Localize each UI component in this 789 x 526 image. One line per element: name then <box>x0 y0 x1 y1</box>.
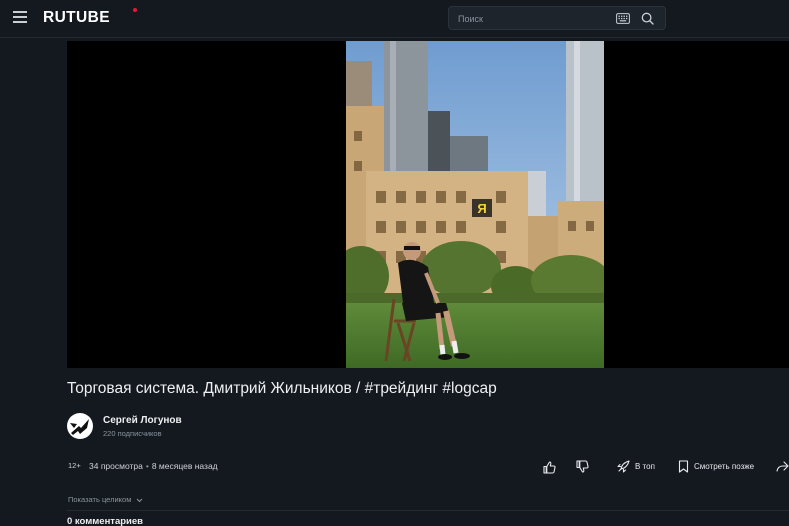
rutube-logo[interactable]: RUTUBE <box>43 9 110 27</box>
to-top-button[interactable]: В топ <box>617 456 655 476</box>
channel-name[interactable]: Сергей Логунов <box>103 415 182 426</box>
top-header: RUTUBE <box>0 0 789 38</box>
separator-dot: • <box>145 461 149 471</box>
menu-icon[interactable] <box>13 11 27 23</box>
chevron-down-icon <box>137 498 143 502</box>
like-button[interactable] <box>543 457 556 477</box>
logo-dot <box>133 8 137 12</box>
watch-later-label: Смотреть позже <box>694 461 755 471</box>
bookmark-icon <box>678 459 689 473</box>
section-divider <box>67 510 789 511</box>
publish-date: 8 месяцев назад <box>151 461 218 471</box>
rocket-icon <box>617 459 630 473</box>
search-box <box>448 6 666 30</box>
view-count: 34 просмотра <box>89 461 143 471</box>
video-player[interactable]: Я <box>67 41 789 368</box>
thumbs-down-icon <box>576 459 589 473</box>
to-top-label: В топ <box>635 461 655 471</box>
video-title: Торговая система. Дмитрий Жильников / #т… <box>67 380 497 397</box>
subscriber-count: 220 подписчиков <box>103 429 162 438</box>
watch-later-button[interactable]: Смотреть позже <box>678 456 754 476</box>
age-rating-badge: 12+ <box>68 461 81 470</box>
video-frame: Я <box>346 41 604 368</box>
search-input[interactable] <box>458 11 608 27</box>
search-icon[interactable] <box>641 12 654 25</box>
dislike-button[interactable] <box>576 456 589 476</box>
show-full-description[interactable]: Показать целиком <box>68 495 143 504</box>
channel-avatar[interactable] <box>67 413 93 439</box>
thumbs-up-icon <box>543 460 556 474</box>
share-button[interactable] <box>776 456 789 476</box>
show-full-label: Показать целиком <box>68 495 132 504</box>
comments-count: 0 комментариев <box>67 516 144 526</box>
share-icon <box>776 460 789 472</box>
keyboard-icon[interactable] <box>616 13 630 24</box>
building-sign: Я <box>477 201 486 216</box>
video-thumbnail: Я <box>346 41 604 368</box>
video-stats: 34 просмотра • 8 месяцев назад <box>89 461 218 471</box>
